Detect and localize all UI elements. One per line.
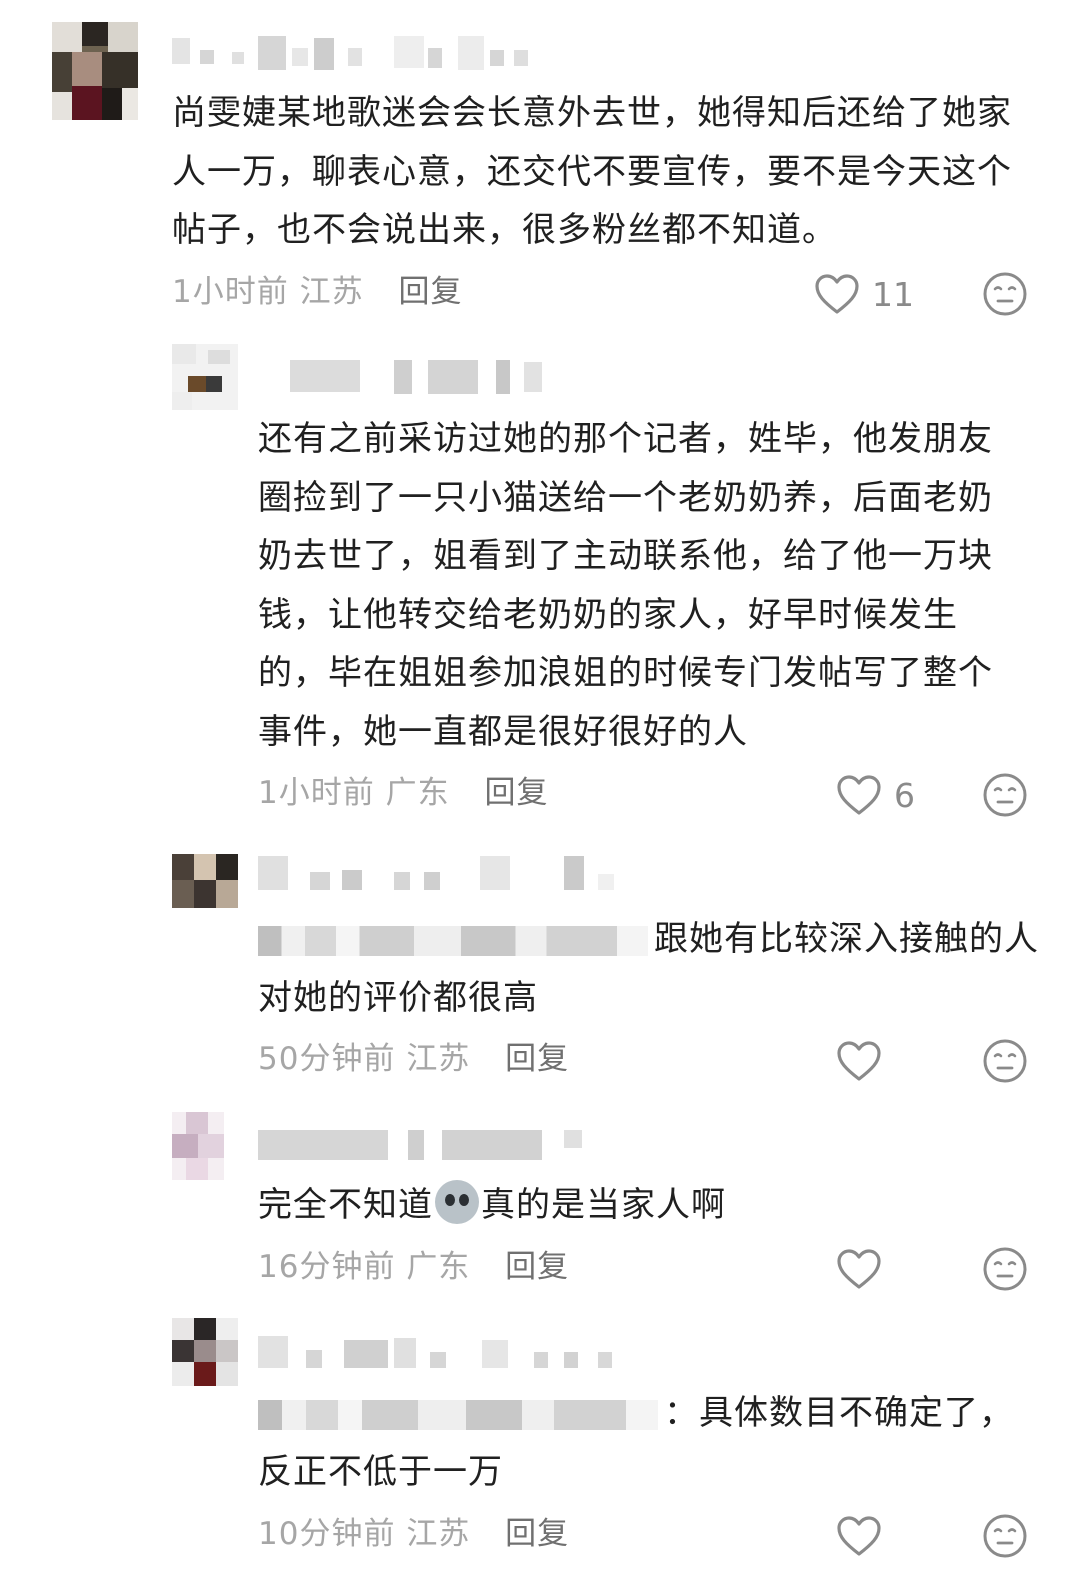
- comment-text: 还有之前采访过她的那个记者，姓毕，他发朋友圈捡到了一只小猫送给一个老奶奶养，后面…: [258, 419, 993, 752]
- username-redacted[interactable]: [172, 32, 542, 72]
- like-button[interactable]: 6: [836, 771, 915, 819]
- comment-time: 50分钟前: [258, 1041, 396, 1077]
- comment-time: 1小时前: [172, 274, 289, 310]
- neutral-face-icon[interactable]: [982, 1513, 1028, 1559]
- comment-meta: 50分钟前 江苏 回复: [258, 1037, 569, 1081]
- comment-meta: 10分钟前 江苏 回复: [258, 1512, 569, 1556]
- like-button[interactable]: [836, 1245, 882, 1293]
- comment-time: 16分钟前: [258, 1249, 396, 1285]
- neutral-face-icon[interactable]: [982, 1246, 1028, 1292]
- redacted-mention: [258, 925, 648, 956]
- comment-body: 完全不知道: [258, 1185, 433, 1225]
- redacted-mention: [258, 1399, 658, 1430]
- comment-text: 跟她有比较深入接触的人对她的评价都很高: [258, 910, 1048, 1027]
- avatar[interactable]: [172, 1112, 224, 1180]
- comment-location: 江苏: [406, 1041, 471, 1077]
- avatar[interactable]: [172, 344, 238, 410]
- reply-button[interactable]: 回复: [505, 1249, 569, 1285]
- like-count: 6: [894, 775, 915, 815]
- comment-location: 广东: [406, 1249, 471, 1285]
- comment-text: 尚雯婕某地歌迷会会长意外去世，她得知后还给了她家人一万，聊表心意，还交代不要宣传…: [172, 93, 1012, 250]
- comment-time: 10分钟前: [258, 1516, 396, 1552]
- reply-button[interactable]: 回复: [505, 1516, 569, 1552]
- heart-outline-icon: [837, 775, 881, 815]
- comment-time: 1小时前: [258, 775, 375, 811]
- avatar[interactable]: [52, 22, 138, 120]
- comment-location: 广东: [385, 775, 450, 811]
- heart-outline-icon: [837, 1041, 881, 1081]
- username-redacted[interactable]: [258, 1126, 588, 1166]
- username-redacted[interactable]: [290, 358, 560, 398]
- crying-face-icon: [435, 1180, 479, 1224]
- comment-body-tail: 真的是当家人啊: [481, 1185, 726, 1225]
- like-button[interactable]: 11: [814, 270, 914, 318]
- neutral-face-icon[interactable]: [982, 271, 1028, 317]
- username-redacted[interactable]: [258, 1336, 618, 1376]
- like-count: 11: [872, 274, 914, 314]
- comment-meta: 16分钟前 广东 回复: [258, 1245, 569, 1289]
- neutral-face-icon[interactable]: [982, 1038, 1028, 1084]
- comment-text: ：具体数目不确定了，反正不低于一万: [258, 1384, 1018, 1501]
- heart-outline-icon: [837, 1516, 881, 1556]
- username-redacted[interactable]: [258, 856, 618, 896]
- reply-button[interactable]: 回复: [398, 274, 462, 310]
- heart-outline-icon: [837, 1249, 881, 1289]
- like-button[interactable]: [836, 1037, 882, 1085]
- comment-location: 江苏: [299, 274, 364, 310]
- avatar[interactable]: [172, 1318, 238, 1386]
- comment-location: 江苏: [406, 1516, 471, 1552]
- avatar[interactable]: [172, 854, 238, 908]
- reply-button[interactable]: 回复: [484, 775, 548, 811]
- heart-outline-icon: [815, 274, 859, 314]
- comment-text: 完全不知道 真的是当家人啊: [258, 1176, 1018, 1235]
- like-button[interactable]: [836, 1512, 882, 1560]
- reply-button[interactable]: 回复: [505, 1041, 569, 1077]
- neutral-face-icon[interactable]: [982, 772, 1028, 818]
- comment-meta: 1小时前 江苏 回复: [172, 270, 462, 314]
- comment-meta: 1小时前 广东 回复: [258, 771, 548, 815]
